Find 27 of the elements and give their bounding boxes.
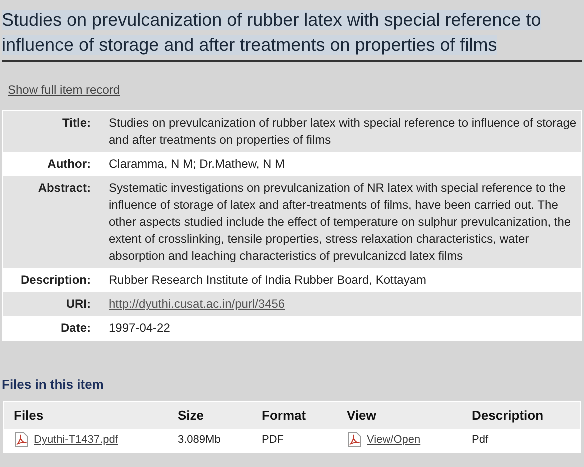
field-label: Description:: [20, 273, 91, 287]
field-value: Claramma, N M; Dr.Mathew, N M: [109, 157, 286, 171]
pdf-icon: [347, 432, 363, 448]
column-header: Size: [178, 408, 204, 422]
file-link[interactable]: Dyuthi-T1437.pdf: [34, 432, 118, 448]
table-cell: Pdf: [472, 434, 489, 446]
column-header: Format: [262, 408, 306, 422]
field-label: URI:: [66, 297, 91, 311]
full-record-link[interactable]: Show full item record: [8, 83, 120, 97]
pdf-icon: [14, 432, 30, 448]
column-header: Description: [472, 408, 544, 422]
column-header: Files: [14, 408, 44, 422]
uri-link[interactable]: http://dyuthi.cusat.ac.in/purl/3456: [109, 297, 286, 311]
field-value: Systematic investigations on prevulcanization of NR latex with special reference to the influence of storage of latex and after-treatments of films, have been carried out. The other aspects studied include the effect of temperature on sulphur prevulcanization, the extent of crosslinking, tensile properties, stress relaxation characteristics, water absorption and leaching characteristics of prevulcanizcd latex films: [109, 181, 572, 263]
field-label: Author:: [48, 157, 91, 171]
field-label: Abstract:: [38, 181, 91, 195]
field-value: Rubber Research Institute of India Rubber Board, Kottayam: [109, 273, 427, 287]
table-cell: PDF: [262, 434, 284, 446]
field-label: Title:: [62, 116, 91, 130]
field-label: Date:: [60, 321, 91, 335]
files-heading: Files in this item: [2, 376, 105, 394]
field-value: 1997-04-22: [109, 321, 170, 335]
view-open-link[interactable]: View/Open: [367, 432, 421, 448]
page-title: Studies on prevulcanization of rubber latex with special reference to influence of storage and after treatments on properties of films: [2, 9, 542, 57]
field-value: Studies on prevulcanization of rubber latex with special reference to influence of storage and after treatments on properties of films: [109, 116, 577, 147]
table-cell: 3.089Mb: [178, 434, 221, 446]
column-header: View: [347, 408, 376, 422]
